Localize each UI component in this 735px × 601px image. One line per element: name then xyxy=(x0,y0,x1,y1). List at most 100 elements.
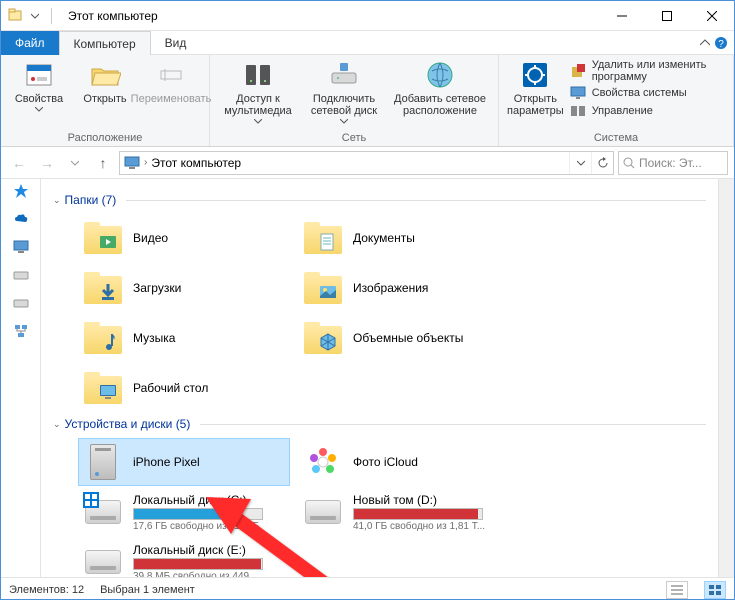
maximize-button[interactable] xyxy=(644,1,689,31)
usage-bar xyxy=(353,508,483,520)
status-selected: Выбран 1 элемент xyxy=(100,584,195,596)
divider xyxy=(51,8,52,24)
address-bar[interactable]: › Этот компьютер xyxy=(119,151,614,175)
back-button[interactable]: ← xyxy=(7,151,31,175)
device-name: Фото iCloud xyxy=(353,455,418,469)
tab-computer[interactable]: Компьютер xyxy=(59,31,151,55)
device-item[interactable]: Фото iCloud xyxy=(299,439,509,485)
group-label-network: Сеть xyxy=(218,130,490,144)
app-icon xyxy=(7,8,23,24)
device-item[interactable]: iPhone Pixel xyxy=(79,439,289,485)
explorer-body: ⌄ Папки (7) Видео Документы Загрузки Изобра… xyxy=(1,179,734,577)
content-area[interactable]: ⌄ Папки (7) Видео Документы Загрузки Изобра… xyxy=(41,179,718,577)
collapse-icon[interactable]: ⌄ xyxy=(53,195,61,206)
folder-icon xyxy=(83,268,123,308)
folder-icon xyxy=(303,268,343,308)
tab-view[interactable]: Вид xyxy=(151,31,201,55)
chevron-down-icon xyxy=(340,119,348,124)
open-settings-button[interactable]: Открыть параметры xyxy=(507,59,564,117)
breadcrumb[interactable]: Этот компьютер xyxy=(151,156,241,170)
ribbon-tab-strip: Файл Компьютер Вид ? xyxy=(1,31,734,55)
folder-item[interactable]: Видео xyxy=(79,215,289,261)
status-item-count: Элементов: 12 xyxy=(9,584,84,596)
device-icon xyxy=(83,442,123,482)
tab-file[interactable]: Файл xyxy=(1,31,59,55)
navigation-pane[interactable] xyxy=(1,179,41,577)
drive-item[interactable]: Локальный диск (E:)39,8 МБ свободно из 4… xyxy=(79,539,289,577)
search-icon xyxy=(623,157,635,169)
folder-label: Документы xyxy=(353,231,415,245)
onedrive-icon[interactable] xyxy=(13,211,29,227)
media-access-button[interactable]: Доступ к мультимедиа xyxy=(218,59,298,124)
folder-label: Рабочий стол xyxy=(133,381,208,395)
manage-button[interactable]: Управление xyxy=(570,103,725,119)
minimize-button[interactable] xyxy=(599,1,644,31)
recent-locations-dropdown[interactable] xyxy=(63,151,87,175)
tiles-view-button[interactable] xyxy=(704,581,726,599)
help-icon[interactable]: ? xyxy=(714,36,728,50)
ribbon-group-system: Открыть параметры Удалить или изменить п… xyxy=(499,55,734,146)
close-button[interactable] xyxy=(689,1,734,31)
ribbon: Свойства Открыть Переименовать Расположе… xyxy=(1,55,734,147)
address-dropdown[interactable] xyxy=(569,152,591,174)
vertical-scrollbar[interactable] xyxy=(718,179,734,577)
properties-label: Свойства xyxy=(15,93,63,105)
drive-icon[interactable] xyxy=(13,295,29,311)
drive-item[interactable]: Локальный диск (C:)17,6 ГБ свободно из 1… xyxy=(79,489,289,535)
group-label-location: Расположение xyxy=(9,130,201,144)
divider xyxy=(126,200,706,201)
group-header-folders[interactable]: ⌄ Папки (7) xyxy=(53,193,706,207)
svg-text:?: ? xyxy=(718,39,724,50)
usage-bar xyxy=(133,508,263,520)
title-bar: Этот компьютер xyxy=(1,1,734,31)
open-button[interactable]: Открыть xyxy=(75,59,135,105)
uninstall-programs-button[interactable]: Удалить или изменить программу xyxy=(570,59,725,83)
folder-icon xyxy=(303,218,343,258)
search-input[interactable]: Поиск: Эт... xyxy=(618,151,728,175)
quick-access-icon[interactable] xyxy=(13,183,29,199)
chevron-down-icon xyxy=(35,107,43,112)
folder-item[interactable]: Документы xyxy=(299,215,509,261)
this-pc-icon[interactable] xyxy=(13,239,29,255)
drive-icon[interactable] xyxy=(13,267,29,283)
window-controls xyxy=(599,1,734,31)
group-header-devices[interactable]: ⌄ Устройства и диски (5) xyxy=(53,417,706,431)
forward-button[interactable]: → xyxy=(35,151,59,175)
folder-item[interactable]: Рабочий стол xyxy=(79,365,289,411)
folder-item[interactable]: Объемные объекты xyxy=(299,315,509,361)
up-button[interactable]: ↑ xyxy=(91,151,115,175)
ribbon-group-location: Свойства Открыть Переименовать Расположе… xyxy=(1,55,210,146)
folder-label: Загрузки xyxy=(133,281,181,295)
add-network-location-button[interactable]: Добавить сетевое расположение xyxy=(390,59,490,117)
qat-dropdown-icon[interactable] xyxy=(27,8,43,24)
folder-item[interactable]: Загрузки xyxy=(79,265,289,311)
device-icon xyxy=(303,492,343,532)
folders-grid: Видео Документы Загрузки Изображения Музыка О… xyxy=(79,215,706,411)
system-properties-button[interactable]: Свойства системы xyxy=(570,85,725,101)
network-icon[interactable] xyxy=(13,323,29,339)
folder-label: Музыка xyxy=(133,331,175,345)
open-settings-label: Открыть параметры xyxy=(507,93,564,117)
devices-grid: iPhone Pixel Фото iCloud Локальный диск (C… xyxy=(79,439,706,577)
details-view-button[interactable] xyxy=(666,581,688,599)
folder-label: Изображения xyxy=(353,281,428,295)
collapse-icon[interactable]: ⌄ xyxy=(53,419,61,430)
monitor-icon xyxy=(570,85,586,101)
chevron-right-icon[interactable]: › xyxy=(144,157,147,168)
drive-item[interactable]: Новый том (D:)41,0 ГБ свободно из 1,81 Т… xyxy=(299,489,509,535)
properties-button[interactable]: Свойства xyxy=(9,59,69,112)
folder-icon xyxy=(83,218,123,258)
folder-item[interactable]: Изображения xyxy=(299,265,509,311)
network-drive-icon xyxy=(328,59,360,91)
folder-icon xyxy=(83,368,123,408)
open-folder-icon xyxy=(89,59,121,91)
globe-icon xyxy=(424,59,456,91)
map-drive-button[interactable]: Подключить сетевой диск xyxy=(304,59,384,124)
ribbon-collapse[interactable]: ? xyxy=(700,31,734,54)
refresh-button[interactable] xyxy=(591,152,613,174)
folder-icon xyxy=(303,318,343,358)
ribbon-group-network: Доступ к мультимедиа Подключить сетевой … xyxy=(210,55,499,146)
search-placeholder: Поиск: Эт... xyxy=(639,156,702,170)
folder-item[interactable]: Музыка xyxy=(79,315,289,361)
computer-icon xyxy=(124,155,140,171)
